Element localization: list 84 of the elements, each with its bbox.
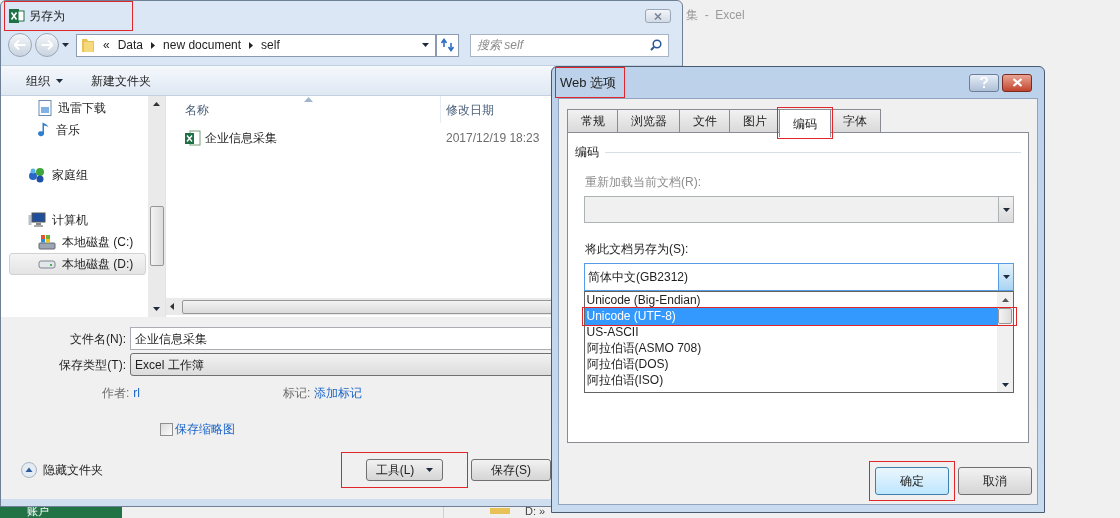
up-arrow-icon: [1001, 298, 1009, 302]
forward-button[interactable]: [35, 33, 59, 57]
toolbar-button[interactable]: 新建文件夹: [91, 71, 151, 90]
tab[interactable]: 编码: [778, 109, 831, 137]
tab[interactable]: 文件: [678, 108, 731, 133]
collapse-icon: [21, 462, 37, 478]
toolbar-button[interactable]: 组织: [26, 71, 63, 90]
close-icon: [1011, 78, 1023, 87]
caret-icon: [56, 78, 63, 83]
up-arrow-icon: [153, 102, 160, 106]
meta-label: 作者:: [102, 385, 130, 402]
app-title: 集 - Excel: [686, 7, 745, 24]
nav-item[interactable]: 迅雷下载: [9, 97, 146, 119]
encoding-option[interactable]: Unicode (Big-Endian): [584, 291, 998, 309]
nav-item[interactable]: 家庭组: [9, 164, 146, 186]
down-arrow-icon: [1001, 383, 1009, 387]
spreadsheet-icon: [9, 8, 25, 24]
close-button[interactable]: [1002, 73, 1032, 92]
nav-item[interactable]: 本地磁盘 (D:): [9, 253, 146, 275]
back-button[interactable]: [8, 33, 32, 57]
thumbnail-label[interactable]: 保存缩略图: [175, 420, 235, 438]
window-title: 另存为: [8, 5, 129, 27]
help-icon: [980, 77, 988, 88]
left-arrow-icon: [170, 303, 174, 310]
spreadsheet-file-icon: [185, 130, 201, 146]
scrollbar-thumb[interactable]: [149, 206, 164, 266]
file-date: 2017/12/19 18:23: [445, 130, 540, 147]
tab[interactable]: 图片: [728, 108, 781, 133]
down-arrow-icon: [153, 307, 160, 311]
right-arrow-icon: [41, 40, 53, 50]
thumbnail-checkbox[interactable]: [160, 422, 173, 436]
field-label: 文件名(N):: [69, 330, 127, 348]
meta-value[interactable]: 添加标记: [314, 384, 363, 402]
save-encoding-label: 将此文档另存为(S):: [585, 241, 690, 258]
scrollbar-thumb[interactable]: [998, 308, 1012, 324]
reload-label: 重新加载当前文档(R):: [585, 174, 702, 191]
vertical-scrollbar[interactable]: [148, 96, 165, 317]
search-field[interactable]: 搜索 self: [470, 33, 669, 57]
address-bar[interactable]: « Data new document self: [76, 33, 436, 57]
column-header[interactable]: 名称: [166, 96, 441, 123]
cancel-button[interactable]: 取消: [957, 466, 1032, 495]
homegroup-icon: [28, 167, 46, 183]
document-icon: [38, 100, 52, 116]
close-icon: [654, 12, 662, 20]
drive-icon: [38, 259, 56, 269]
refresh-icon: [440, 38, 455, 52]
tab[interactable]: 浏览器: [616, 108, 681, 133]
help-button[interactable]: [969, 73, 999, 92]
ok-button[interactable]: 确定: [874, 466, 949, 495]
hide-folders-button[interactable]: 隐藏文件夹: [21, 461, 103, 479]
chevron-icon: [151, 41, 156, 49]
reload-select[interactable]: [584, 196, 1014, 223]
dropdown-caret-icon: [422, 43, 429, 47]
caret-icon: [426, 468, 434, 472]
search-icon: [650, 38, 662, 51]
system-drive-icon: [38, 234, 56, 250]
meta-label: 标记:: [283, 385, 311, 402]
encoding-select[interactable]: 简体中文(GB2312): [584, 263, 1014, 291]
history-caret-icon: [62, 43, 69, 47]
nav-item[interactable]: 本地磁盘 (C:): [9, 231, 146, 253]
breadcrumb-item[interactable]: Data: [117, 36, 144, 54]
tools-button[interactable]: 工具(L): [366, 459, 443, 481]
list-scrollbar[interactable]: [997, 292, 1013, 392]
file-name: 企业信息采集: [205, 130, 277, 147]
nav-item[interactable]: 计算机: [9, 209, 146, 231]
caret-icon: [1002, 207, 1010, 212]
music-note-icon: [38, 122, 50, 138]
meta-value[interactable]: rl: [133, 384, 140, 402]
breadcrumb-item[interactable]: new document: [163, 36, 242, 54]
tab[interactable]: 常规: [566, 108, 619, 133]
save-button[interactable]: 保存(S): [471, 459, 551, 481]
group-label: 编码: [575, 144, 599, 161]
path-text: D: »: [525, 505, 546, 518]
chevron-icon: [249, 41, 254, 49]
computer-icon: [28, 212, 46, 228]
sort-arrow-icon: [304, 97, 313, 102]
dialog-title: Web 选项: [558, 69, 623, 96]
refresh-button[interactable]: [436, 33, 459, 57]
left-arrow-icon: [14, 40, 26, 50]
breadcrumb-overflow[interactable]: «: [103, 36, 110, 54]
breadcrumb-item[interactable]: self: [261, 36, 280, 54]
caret-icon: [1002, 275, 1010, 279]
field-label: 保存类型(T):: [58, 356, 127, 374]
nav-item[interactable]: 音乐: [9, 119, 146, 141]
